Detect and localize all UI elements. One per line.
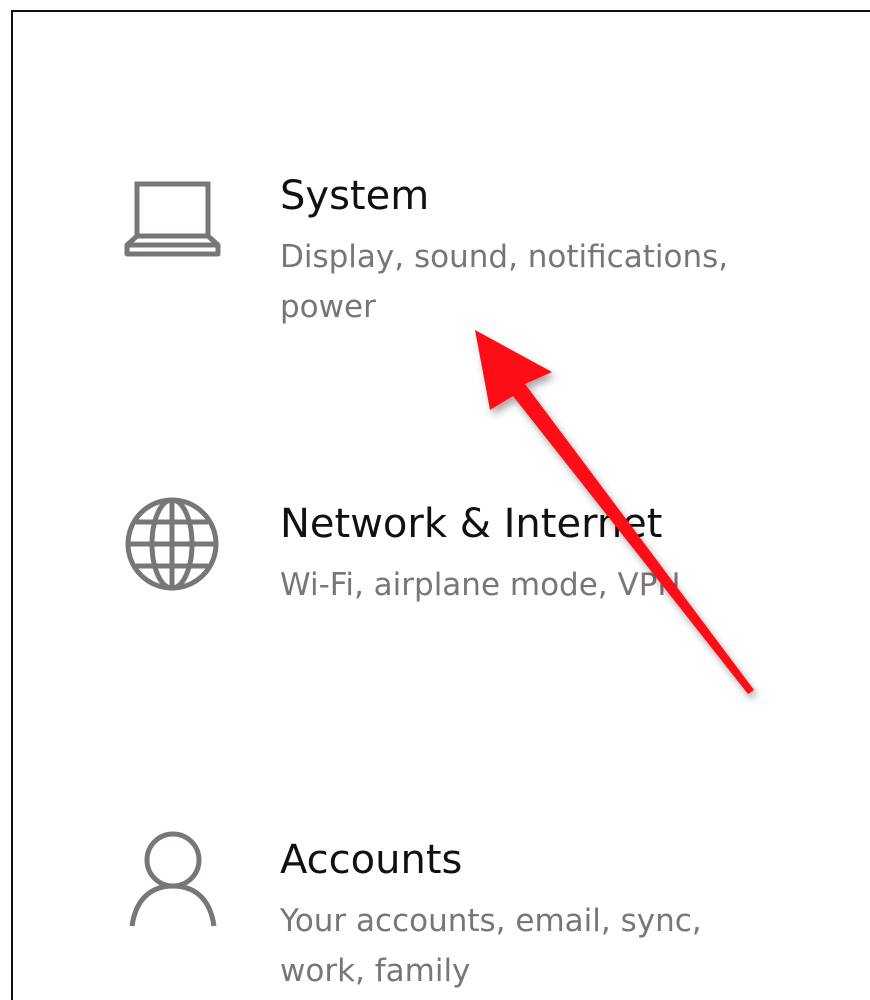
tile-title: Accounts (280, 837, 463, 883)
tile-description: Your accounts, email, sync, work, family (280, 903, 702, 989)
tile-description: Wi-Fi, airplane mode, VPN (280, 567, 681, 603)
globe-icon (110, 488, 234, 612)
tile-title: System (280, 173, 430, 219)
laptop-icon (110, 172, 234, 296)
tile-title: Network & Internet (280, 501, 663, 547)
tile-text: Accounts Your accounts, email, sync, wor… (280, 836, 800, 996)
tile-text: Network & Internet Wi-Fi, airplane mode,… (280, 500, 800, 610)
tile-text: System Display, sound, notifications, po… (280, 172, 800, 332)
tile-description: Display, sound, notifications, power (280, 239, 729, 325)
person-icon (110, 822, 234, 946)
